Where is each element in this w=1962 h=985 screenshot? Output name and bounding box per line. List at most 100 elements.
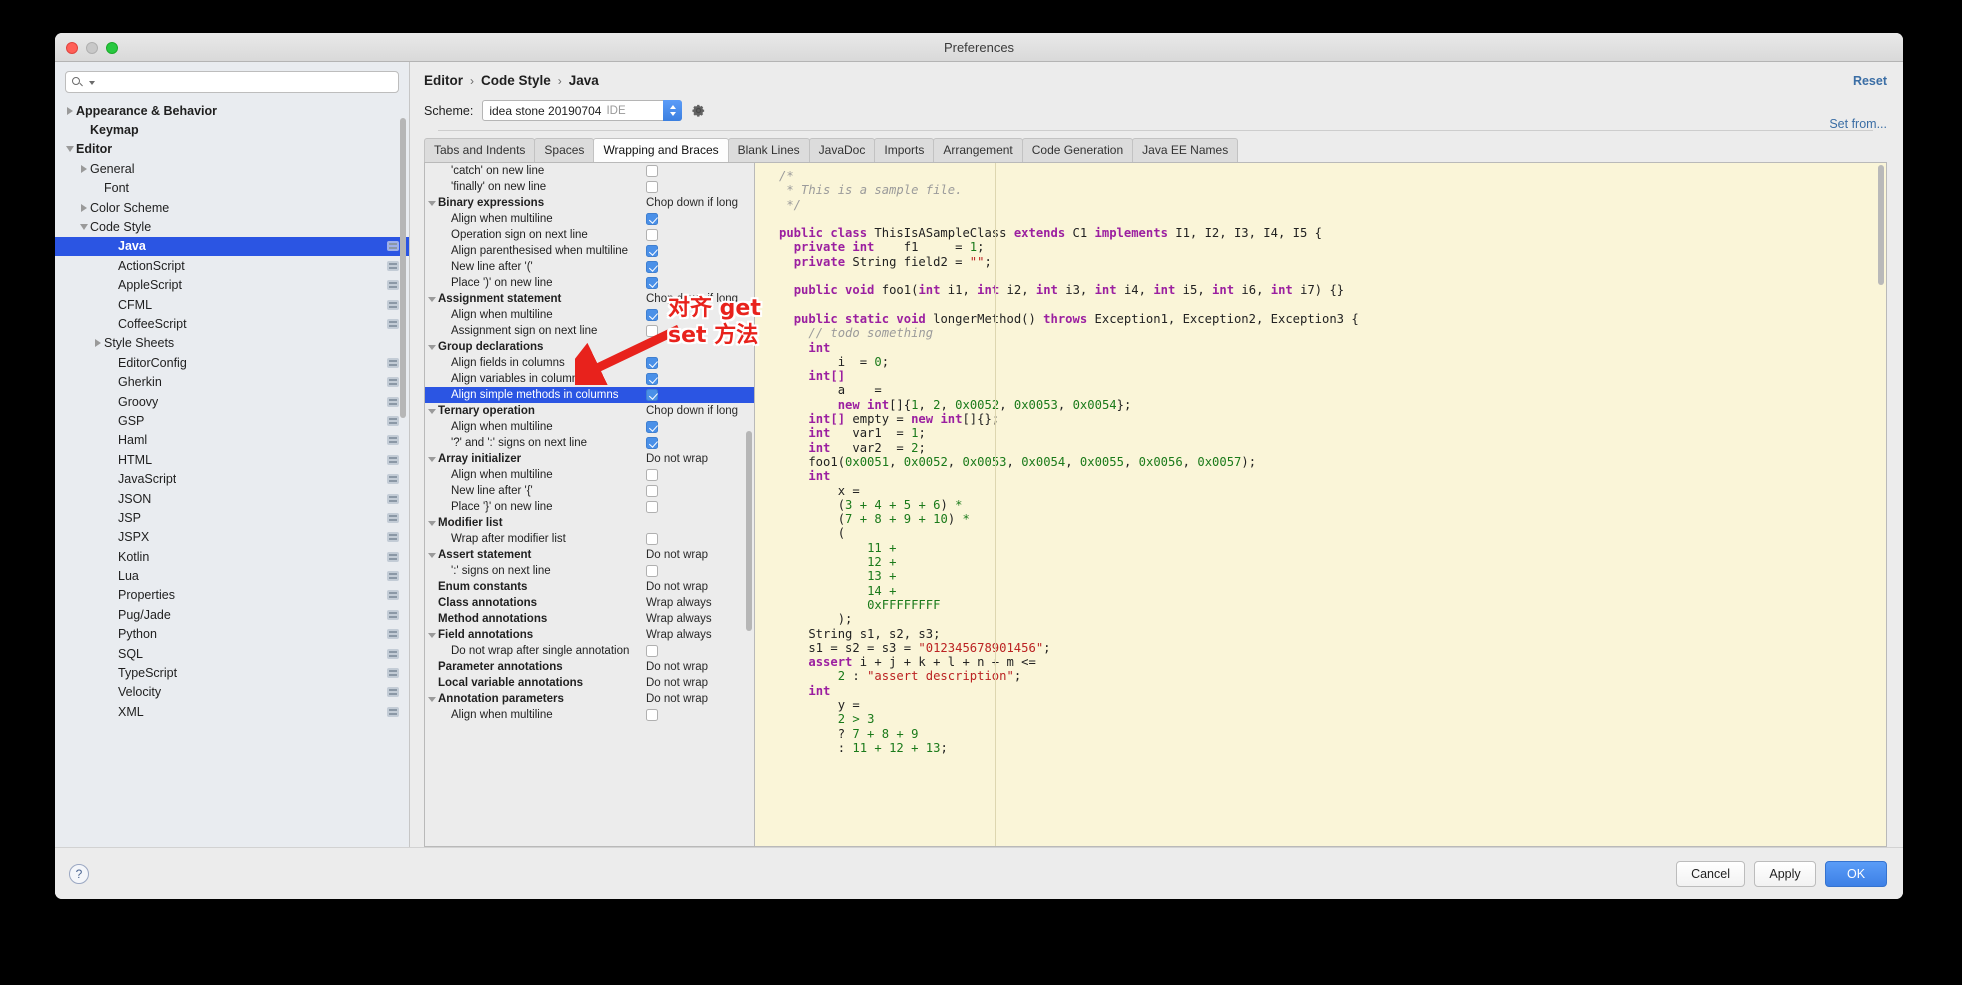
option-row[interactable]: Assert statement Do not wrap: [425, 547, 754, 563]
sidebar-item-appearance-behavior[interactable]: Appearance & Behavior: [55, 101, 409, 120]
sidebar-item-groovy[interactable]: Groovy: [55, 392, 409, 411]
sidebar-item-gherkin[interactable]: Gherkin: [55, 372, 409, 391]
option-checkbox[interactable]: [646, 309, 658, 321]
sidebar-item-code-style[interactable]: Code Style: [55, 217, 409, 236]
chevron-down-icon[interactable]: [425, 344, 438, 350]
sidebar-item-velocity[interactable]: Velocity: [55, 683, 409, 702]
sidebar-item-properties[interactable]: Properties: [55, 586, 409, 605]
option-row[interactable]: Modifier list: [425, 515, 754, 531]
gear-icon[interactable]: [691, 103, 706, 118]
chevron-down-icon[interactable]: [425, 456, 438, 462]
tab-tabs-and-indents[interactable]: Tabs and Indents: [424, 138, 536, 162]
set-from-link[interactable]: Set from...: [1829, 117, 1887, 131]
option-checkbox[interactable]: [646, 709, 658, 721]
option-value[interactable]: Do not wrap: [646, 581, 708, 593]
option-row[interactable]: Local variable annotations Do not wrap: [425, 675, 754, 691]
breadcrumb[interactable]: Editor › Code Style › Java: [424, 73, 1889, 88]
sidebar-item-coffeescript[interactable]: CoffeeScript: [55, 314, 409, 333]
chevron-down-icon[interactable]: [63, 146, 76, 153]
chevron-down-icon[interactable]: [425, 520, 438, 526]
option-row[interactable]: Annotation parameters Do not wrap: [425, 691, 754, 707]
sidebar-item-general[interactable]: General: [55, 159, 409, 178]
option-checkbox[interactable]: [646, 165, 658, 177]
breadcrumb-item-code-style[interactable]: Code Style: [481, 73, 551, 88]
cancel-button[interactable]: Cancel: [1676, 860, 1745, 887]
option-value[interactable]: Do not wrap: [646, 453, 708, 465]
sidebar-item-editor[interactable]: Editor: [55, 140, 409, 159]
option-checkbox[interactable]: [646, 213, 658, 225]
option-checkbox[interactable]: [646, 277, 658, 289]
chevron-down-icon[interactable]: [425, 296, 438, 302]
sidebar-item-pug-jade[interactable]: Pug/Jade: [55, 605, 409, 624]
sidebar-item-gsp[interactable]: GSP: [55, 411, 409, 430]
option-row[interactable]: Align simple methods in columns: [425, 387, 754, 403]
options-scrollbar[interactable]: [746, 431, 752, 631]
option-checkbox[interactable]: [646, 229, 658, 241]
sidebar-item-lua[interactable]: Lua: [55, 566, 409, 585]
option-row[interactable]: Align when multiline: [425, 211, 754, 227]
option-value[interactable]: Do not wrap: [646, 661, 708, 673]
option-checkbox[interactable]: [646, 181, 658, 193]
option-row[interactable]: Operation sign on next line: [425, 227, 754, 243]
option-checkbox[interactable]: [646, 469, 658, 481]
chevron-down-icon[interactable]: [425, 408, 438, 414]
option-row[interactable]: Field annotations Wrap always: [425, 627, 754, 643]
option-row[interactable]: Class annotations Wrap always: [425, 595, 754, 611]
option-value[interactable]: Do not wrap: [646, 693, 708, 705]
chevron-down-icon[interactable]: [425, 552, 438, 558]
option-checkbox[interactable]: [646, 357, 658, 369]
option-row[interactable]: Place ')' on new line: [425, 275, 754, 291]
sidebar-item-editorconfig[interactable]: EditorConfig: [55, 353, 409, 372]
sidebar-item-xml[interactable]: XML: [55, 702, 409, 721]
sidebar-item-keymap[interactable]: Keymap: [55, 120, 409, 139]
option-row[interactable]: Method annotations Wrap always: [425, 611, 754, 627]
sidebar-item-sql[interactable]: SQL: [55, 644, 409, 663]
option-checkbox[interactable]: [646, 485, 658, 497]
option-value[interactable]: Wrap always: [646, 613, 712, 625]
breadcrumb-item-editor[interactable]: Editor: [424, 73, 463, 88]
sidebar-item-jspx[interactable]: JSPX: [55, 528, 409, 547]
breadcrumb-item-java[interactable]: Java: [569, 73, 599, 88]
option-row[interactable]: Align fields in columns: [425, 355, 754, 371]
sidebar-item-typescript[interactable]: TypeScript: [55, 663, 409, 682]
option-checkbox[interactable]: [646, 389, 658, 401]
option-row[interactable]: Align variables in columns: [425, 371, 754, 387]
settings-tree[interactable]: Appearance & Behavior Keymap Editor General…: [55, 99, 409, 847]
option-checkbox[interactable]: [646, 501, 658, 513]
option-row[interactable]: Do not wrap after single annotation: [425, 643, 754, 659]
minimize-button[interactable]: [86, 42, 98, 54]
option-value[interactable]: Do not wrap: [646, 549, 708, 561]
chevron-down-icon[interactable]: [425, 696, 438, 702]
option-row[interactable]: Group declarations: [425, 339, 754, 355]
chevron-down-icon[interactable]: [425, 632, 438, 638]
chevron-down-icon[interactable]: [77, 224, 90, 231]
option-value[interactable]: Chop down if long: [646, 405, 738, 417]
sidebar-item-json[interactable]: JSON: [55, 489, 409, 508]
option-rows[interactable]: 'catch' on new line 'finally' on new line…: [425, 163, 754, 723]
search-box[interactable]: [65, 71, 399, 93]
sidebar-item-jsp[interactable]: JSP: [55, 508, 409, 527]
sidebar-item-color-scheme[interactable]: Color Scheme: [55, 198, 409, 217]
sidebar-item-applescript[interactable]: AppleScript: [55, 276, 409, 295]
option-row[interactable]: Parameter annotations Do not wrap: [425, 659, 754, 675]
sidebar-scrollbar[interactable]: [400, 118, 406, 418]
tab-javadoc[interactable]: JavaDoc: [808, 138, 876, 162]
option-row[interactable]: Assignment sign on next line: [425, 323, 754, 339]
option-value[interactable]: Chop down if long: [646, 197, 738, 209]
option-value[interactable]: Wrap always: [646, 629, 712, 641]
option-value[interactable]: Do not wrap: [646, 677, 708, 689]
tab-wrapping-and-braces[interactable]: Wrapping and Braces: [593, 138, 729, 162]
option-row[interactable]: Wrap after modifier list: [425, 531, 754, 547]
option-row[interactable]: Binary expressions Chop down if long: [425, 195, 754, 211]
chevron-down-icon[interactable]: [425, 200, 438, 206]
option-value[interactable]: Chop down if long: [646, 293, 738, 305]
stepper-arrows-icon[interactable]: [663, 100, 683, 121]
sidebar-item-cfml[interactable]: CFML: [55, 295, 409, 314]
reset-link[interactable]: Reset: [1853, 74, 1887, 88]
option-checkbox[interactable]: [646, 245, 658, 257]
option-row[interactable]: Align when multiline: [425, 307, 754, 323]
option-row[interactable]: Ternary operation Chop down if long: [425, 403, 754, 419]
settings-tabs[interactable]: Tabs and Indents Spaces Wrapping and Brace…: [410, 131, 1903, 162]
sidebar-item-kotlin[interactable]: Kotlin: [55, 547, 409, 566]
option-checkbox[interactable]: [646, 421, 658, 433]
